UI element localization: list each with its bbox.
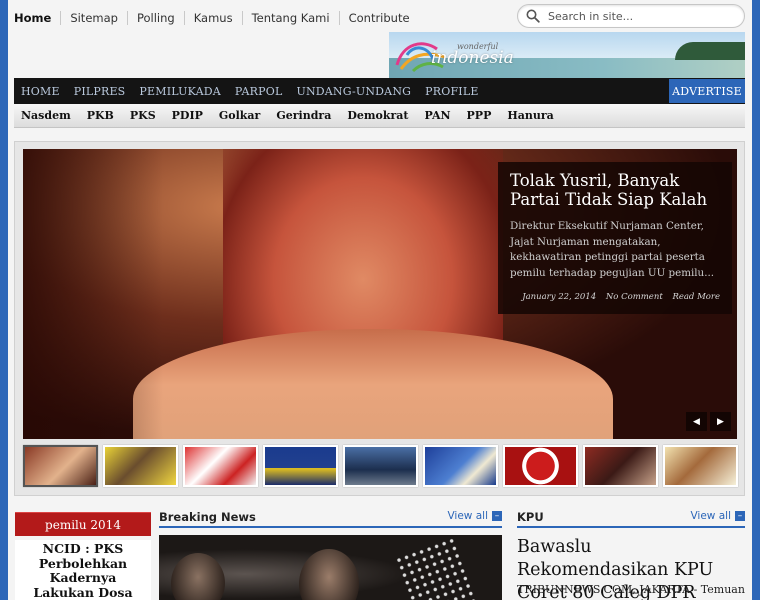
view-all-icon: – [492,511,502,521]
party-golkar[interactable]: Golkar [211,109,268,122]
slider-read-more-link[interactable]: Read More [672,292,720,302]
slider-excerpt: Direktur Eksekutif Nurjaman Center, Jaja… [510,220,715,279]
menu-pemilukada[interactable]: PEMILUKADA [132,85,228,98]
view-all-icon: – [735,511,745,521]
kpu-view-all-link[interactable]: View all – [690,510,745,522]
news-background-pattern [393,536,477,600]
party-pks[interactable]: PKS [122,109,164,122]
page-frame-right [752,0,760,600]
hero-shirt [133,329,613,439]
banner-indonesia-text: indonesia [431,48,514,68]
slider-thumb[interactable] [343,445,418,487]
top-nav: Home Sitemap Polling Kamus Tentang Kami … [14,9,419,27]
slider-thumb[interactable] [583,445,658,487]
menu-home[interactable]: HOME [14,85,67,98]
kpu-article-excerpt: TRIBUNNEWS.COM, JAKARTA - Temuan [517,583,745,596]
breaking-news-image[interactable] [159,535,502,600]
party-gerindra[interactable]: Gerindra [268,109,339,122]
slider-comments-link[interactable]: No Comment [606,292,663,302]
slider-date: January 22, 2014 [522,292,597,302]
party-nasdem[interactable]: Nasdem [14,109,79,122]
party-pdip[interactable]: PDIP [164,109,211,122]
party-demokrat[interactable]: Demokrat [339,109,416,122]
page: Home Sitemap Polling Kamus Tentang Kami … [8,0,752,600]
pemilu-article-title[interactable]: NCID : PKS Perbolehkan Kadernya Lakukan … [15,540,151,600]
page-frame-left [0,0,8,600]
topnav-tentang-kami[interactable]: Tentang Kami [243,11,340,25]
slider-thumb[interactable] [503,445,578,487]
search-input[interactable] [548,9,728,23]
slider-thumb[interactable] [183,445,258,487]
hero-shadow [23,149,163,439]
breaking-news-title: Breaking News [159,510,256,524]
kpu-view-all-label: View all [690,510,731,522]
party-pan[interactable]: PAN [416,109,458,122]
slider-thumb[interactable] [663,445,738,487]
slider-hero-image[interactable]: Tolak Yusril, Banyak Partai Tidak Siap K… [23,149,737,439]
pemilu-section-header: pemilu 2014 [15,512,151,536]
topnav-sitemap[interactable]: Sitemap [61,11,128,25]
menu-undang-undang[interactable]: UNDANG-UNDANG [289,85,418,98]
slider-arrows: ◀ ▶ [686,412,731,431]
party-ppp[interactable]: PPP [459,109,500,122]
slider-meta: January 22, 2014 No Comment Read More [515,292,720,302]
news-person-1 [171,553,225,600]
party-pkb[interactable]: PKB [79,109,122,122]
topnav-home[interactable]: Home [14,11,62,25]
kpu-header: KPU View all – [517,508,745,528]
slider-title[interactable]: Tolak Yusril, Banyak Partai Tidak Siap K… [510,171,720,209]
breaking-view-all-link[interactable]: View all – [447,510,502,522]
banner-island [675,42,745,60]
topnav-kamus[interactable]: Kamus [185,11,243,25]
party-menu: Nasdem PKB PKS PDIP Golkar Gerindra Demo… [14,104,745,128]
wonderful-indonesia-banner[interactable]: wonderful indonesia [389,32,745,78]
kpu-title-label: KPU [517,510,544,524]
arrow-right-icon[interactable]: ▶ [710,412,731,431]
menu-profile[interactable]: PROFILE [418,85,485,98]
slider-thumbnails [23,445,738,487]
arrow-left-icon[interactable]: ◀ [686,412,707,431]
party-hanura[interactable]: Hanura [499,109,561,122]
slider-thumb[interactable] [103,445,178,487]
topnav-polling[interactable]: Polling [128,11,185,25]
breaking-view-all-label: View all [447,510,488,522]
slider-thumb[interactable] [263,445,338,487]
featured-slider: Tolak Yusril, Banyak Partai Tidak Siap K… [14,141,745,496]
slider-caption: Tolak Yusril, Banyak Partai Tidak Siap K… [498,162,732,314]
menu-pilpres[interactable]: PILPRES [67,85,133,98]
topnav-contribute[interactable]: Contribute [340,11,419,25]
main-menu: HOME PILPRES PEMILUKADA PARPOL UNDANG-UN… [14,78,745,104]
search-box [517,4,745,28]
slider-thumb[interactable] [423,445,498,487]
slider-thumb[interactable] [23,445,98,487]
breaking-news-header: Breaking News View all – [159,508,502,528]
news-person-2 [299,549,359,600]
search-icon[interactable] [526,9,540,23]
menu-advertise[interactable]: ADVERTISE [669,79,745,103]
menu-parpol[interactable]: PARPOL [228,85,290,98]
